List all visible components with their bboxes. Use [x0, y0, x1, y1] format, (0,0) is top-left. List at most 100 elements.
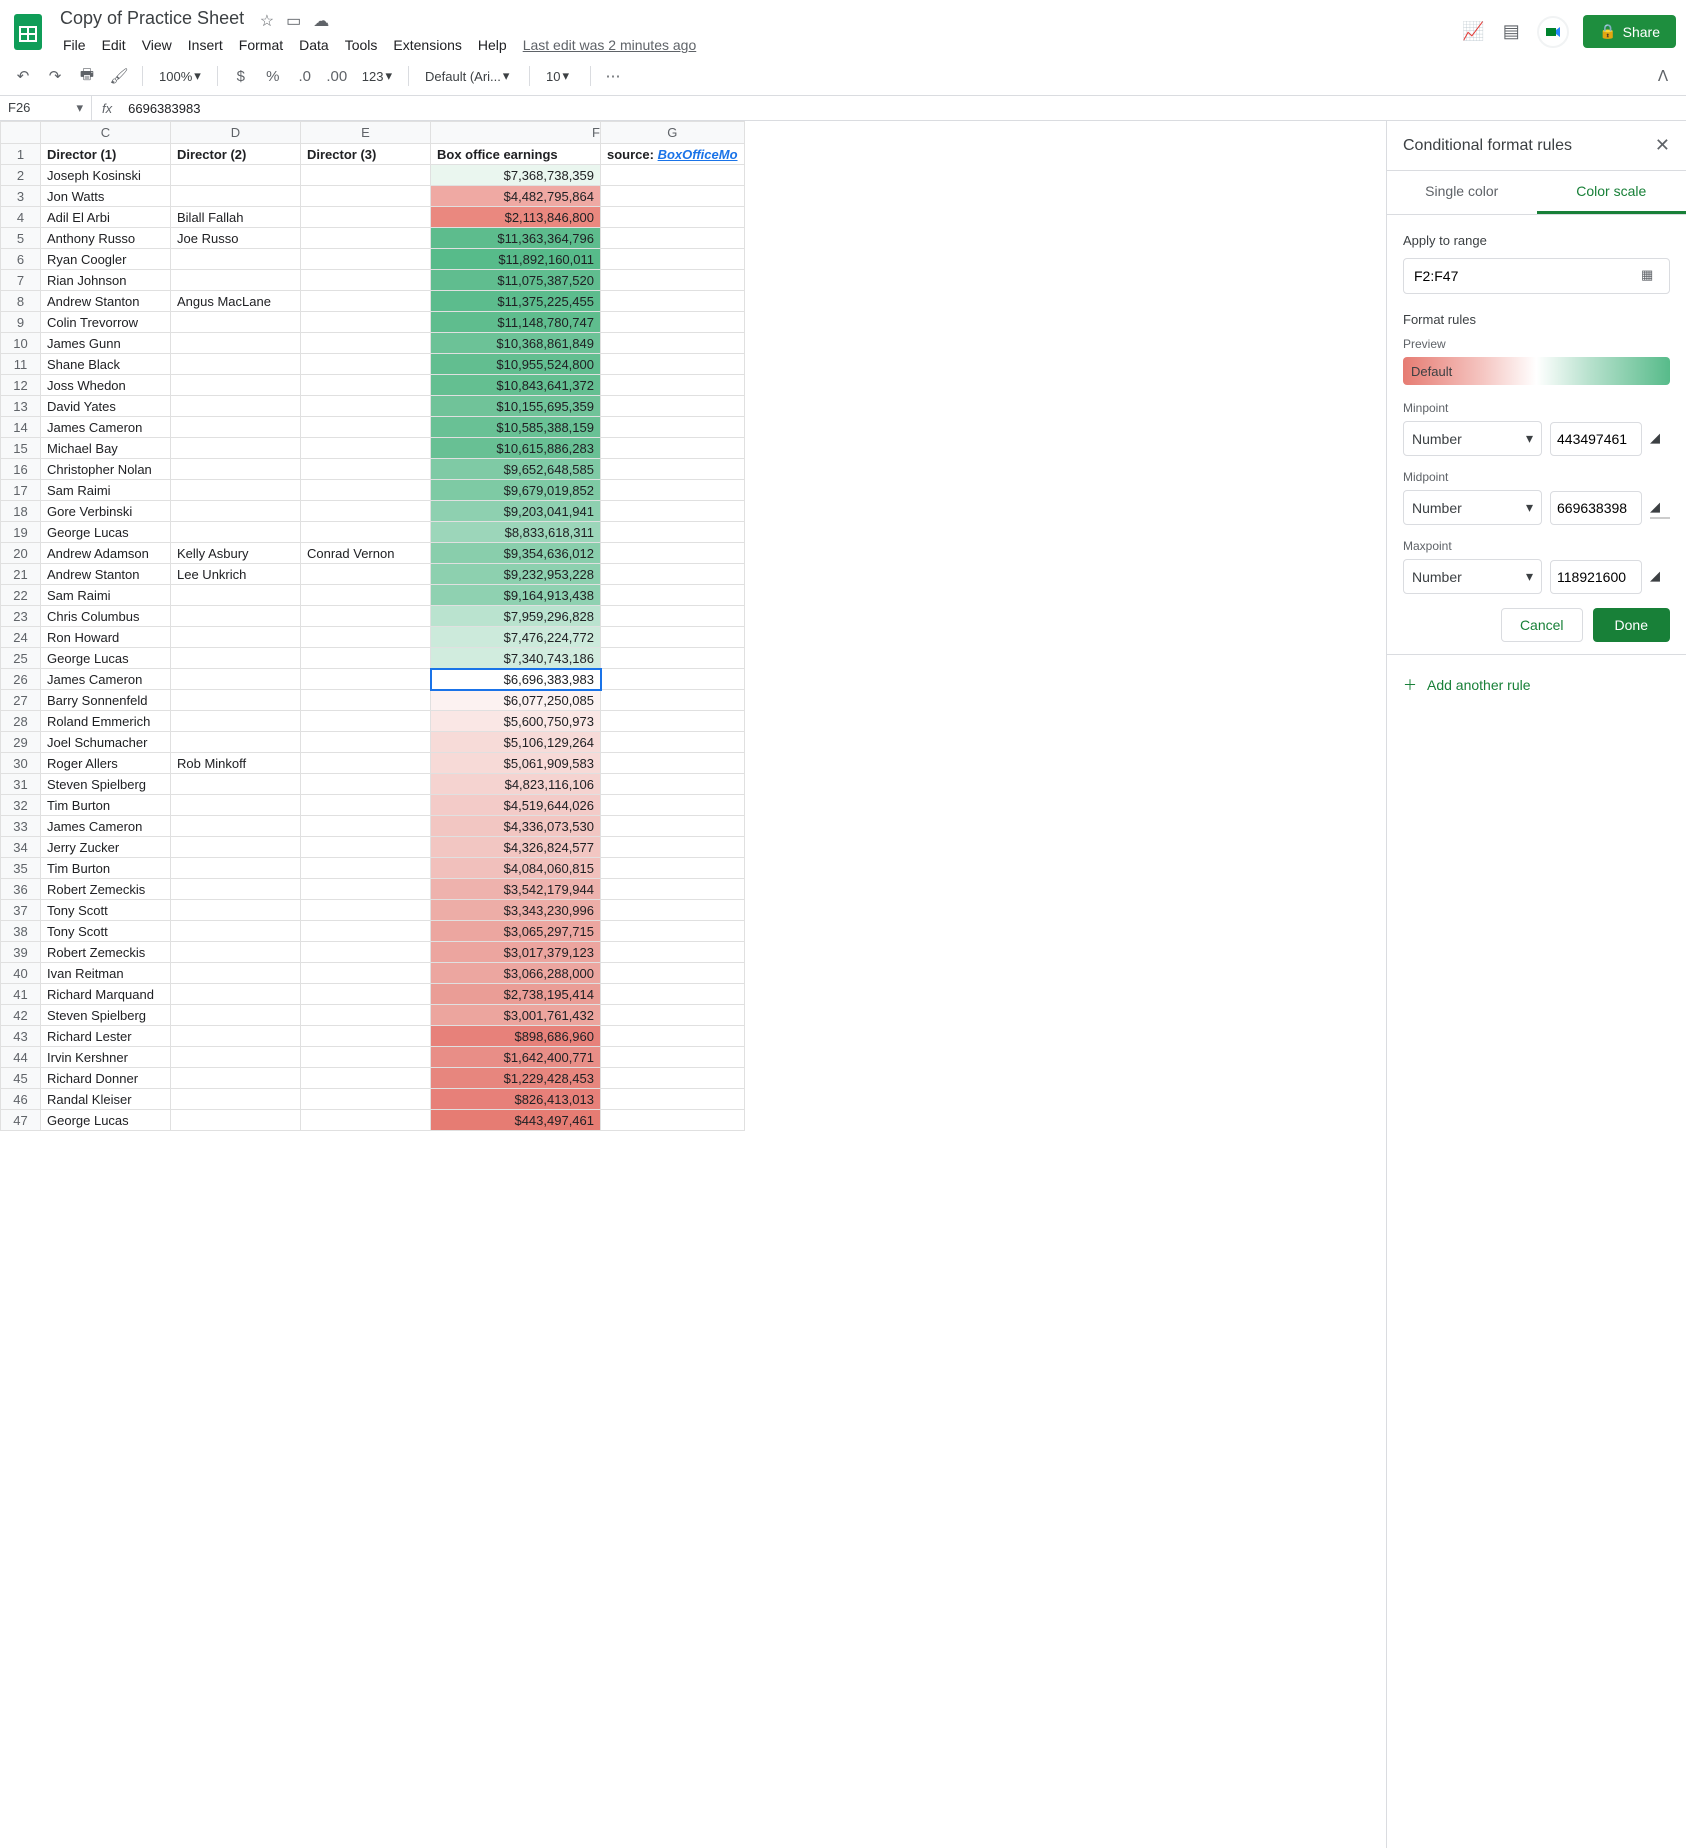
trend-icon[interactable]: 📈: [1461, 20, 1485, 44]
done-button[interactable]: Done: [1593, 608, 1670, 642]
cell-c22[interactable]: Sam Raimi: [41, 585, 171, 606]
cell-f40[interactable]: $3,066,288,000: [431, 963, 601, 984]
cell-g39[interactable]: [601, 942, 745, 963]
header-source[interactable]: source: BoxOfficeMo: [601, 144, 745, 165]
cell-e18[interactable]: [301, 501, 431, 522]
cell-e24[interactable]: [301, 627, 431, 648]
row-header-44[interactable]: 44: [1, 1047, 41, 1068]
cell-f16[interactable]: $9,652,648,585: [431, 459, 601, 480]
close-icon[interactable]: ✕: [1655, 135, 1670, 156]
cell-e8[interactable]: [301, 291, 431, 312]
cell-d11[interactable]: [171, 354, 301, 375]
cell-c9[interactable]: Colin Trevorrow: [41, 312, 171, 333]
row-header-47[interactable]: 47: [1, 1110, 41, 1131]
row-header-35[interactable]: 35: [1, 858, 41, 879]
cell-f28[interactable]: $5,600,750,973: [431, 711, 601, 732]
col-header-d[interactable]: D: [171, 122, 301, 144]
spreadsheet-grid[interactable]: CDEFG1 Director (1) Director (2) Directo…: [0, 121, 1386, 1848]
cell-d13[interactable]: [171, 396, 301, 417]
cell-f26[interactable]: $6,696,383,983: [431, 669, 601, 690]
cell-g25[interactable]: [601, 648, 745, 669]
cell-f38[interactable]: $3,065,297,715: [431, 921, 601, 942]
cell-f46[interactable]: $826,413,013: [431, 1089, 601, 1110]
cell-f4[interactable]: $2,113,846,800: [431, 207, 601, 228]
row-header-22[interactable]: 22: [1, 585, 41, 606]
cell-e28[interactable]: [301, 711, 431, 732]
row-header-9[interactable]: 9: [1, 312, 41, 333]
currency-button[interactable]: $: [228, 63, 254, 89]
cell-d5[interactable]: Joe Russo: [171, 228, 301, 249]
cell-c23[interactable]: Chris Columbus: [41, 606, 171, 627]
cell-f14[interactable]: $10,585,388,159: [431, 417, 601, 438]
cell-e6[interactable]: [301, 249, 431, 270]
row-header-29[interactable]: 29: [1, 732, 41, 753]
row-header-37[interactable]: 37: [1, 900, 41, 921]
cell-c35[interactable]: Tim Burton: [41, 858, 171, 879]
row-header-17[interactable]: 17: [1, 480, 41, 501]
row-header-1[interactable]: 1: [1, 144, 41, 165]
cell-d15[interactable]: [171, 438, 301, 459]
cell-g23[interactable]: [601, 606, 745, 627]
cell-g45[interactable]: [601, 1068, 745, 1089]
cell-f41[interactable]: $2,738,195,414: [431, 984, 601, 1005]
cell-c15[interactable]: Michael Bay: [41, 438, 171, 459]
cell-c14[interactable]: James Cameron: [41, 417, 171, 438]
cell-f5[interactable]: $11,363,364,796: [431, 228, 601, 249]
row-header-41[interactable]: 41: [1, 984, 41, 1005]
menu-view[interactable]: View: [135, 33, 179, 57]
cell-d22[interactable]: [171, 585, 301, 606]
cell-e14[interactable]: [301, 417, 431, 438]
cell-c34[interactable]: Jerry Zucker: [41, 837, 171, 858]
row-header-26[interactable]: 26: [1, 669, 41, 690]
cell-f29[interactable]: $5,106,129,264: [431, 732, 601, 753]
cell-g46[interactable]: [601, 1089, 745, 1110]
row-header-25[interactable]: 25: [1, 648, 41, 669]
cell-g14[interactable]: [601, 417, 745, 438]
midpoint-color-button[interactable]: ◢: [1650, 499, 1670, 517]
cell-d20[interactable]: Kelly Asbury: [171, 543, 301, 564]
cell-e10[interactable]: [301, 333, 431, 354]
cell-g9[interactable]: [601, 312, 745, 333]
cell-d7[interactable]: [171, 270, 301, 291]
cell-f6[interactable]: $11,892,160,011: [431, 249, 601, 270]
cell-f37[interactable]: $3,343,230,996: [431, 900, 601, 921]
cell-g15[interactable]: [601, 438, 745, 459]
cell-e26[interactable]: [301, 669, 431, 690]
cell-c42[interactable]: Steven Spielberg: [41, 1005, 171, 1026]
menu-format[interactable]: Format: [232, 33, 290, 57]
cell-g16[interactable]: [601, 459, 745, 480]
col-header-g[interactable]: G: [601, 122, 745, 144]
formula-input[interactable]: 6696383983: [122, 97, 206, 120]
cell-c25[interactable]: George Lucas: [41, 648, 171, 669]
cell-f24[interactable]: $7,476,224,772: [431, 627, 601, 648]
cell-d9[interactable]: [171, 312, 301, 333]
cell-d45[interactable]: [171, 1068, 301, 1089]
paint-format-button[interactable]: 🖌: [106, 63, 132, 89]
cell-g40[interactable]: [601, 963, 745, 984]
row-header-15[interactable]: 15: [1, 438, 41, 459]
maxpoint-type-dropdown[interactable]: Number▾: [1403, 559, 1542, 594]
row-header-10[interactable]: 10: [1, 333, 41, 354]
cloud-icon[interactable]: ☁: [313, 11, 329, 31]
cell-e5[interactable]: [301, 228, 431, 249]
row-header-24[interactable]: 24: [1, 627, 41, 648]
menu-file[interactable]: File: [56, 33, 93, 57]
cell-d19[interactable]: [171, 522, 301, 543]
cell-e2[interactable]: [301, 165, 431, 186]
cell-e36[interactable]: [301, 879, 431, 900]
number-format-dropdown[interactable]: 123 ▾: [356, 65, 398, 87]
cell-f11[interactable]: $10,955,524,800: [431, 354, 601, 375]
cell-e38[interactable]: [301, 921, 431, 942]
row-header-16[interactable]: 16: [1, 459, 41, 480]
cell-c4[interactable]: Adil El Arbi: [41, 207, 171, 228]
cell-g21[interactable]: [601, 564, 745, 585]
cell-f42[interactable]: $3,001,761,432: [431, 1005, 601, 1026]
minpoint-color-button[interactable]: ◢: [1650, 430, 1670, 448]
cell-g28[interactable]: [601, 711, 745, 732]
row-header-39[interactable]: 39: [1, 942, 41, 963]
cell-c43[interactable]: Richard Lester: [41, 1026, 171, 1047]
cell-g30[interactable]: [601, 753, 745, 774]
cell-c2[interactable]: Joseph Kosinski: [41, 165, 171, 186]
cell-g34[interactable]: [601, 837, 745, 858]
cell-f9[interactable]: $11,148,780,747: [431, 312, 601, 333]
